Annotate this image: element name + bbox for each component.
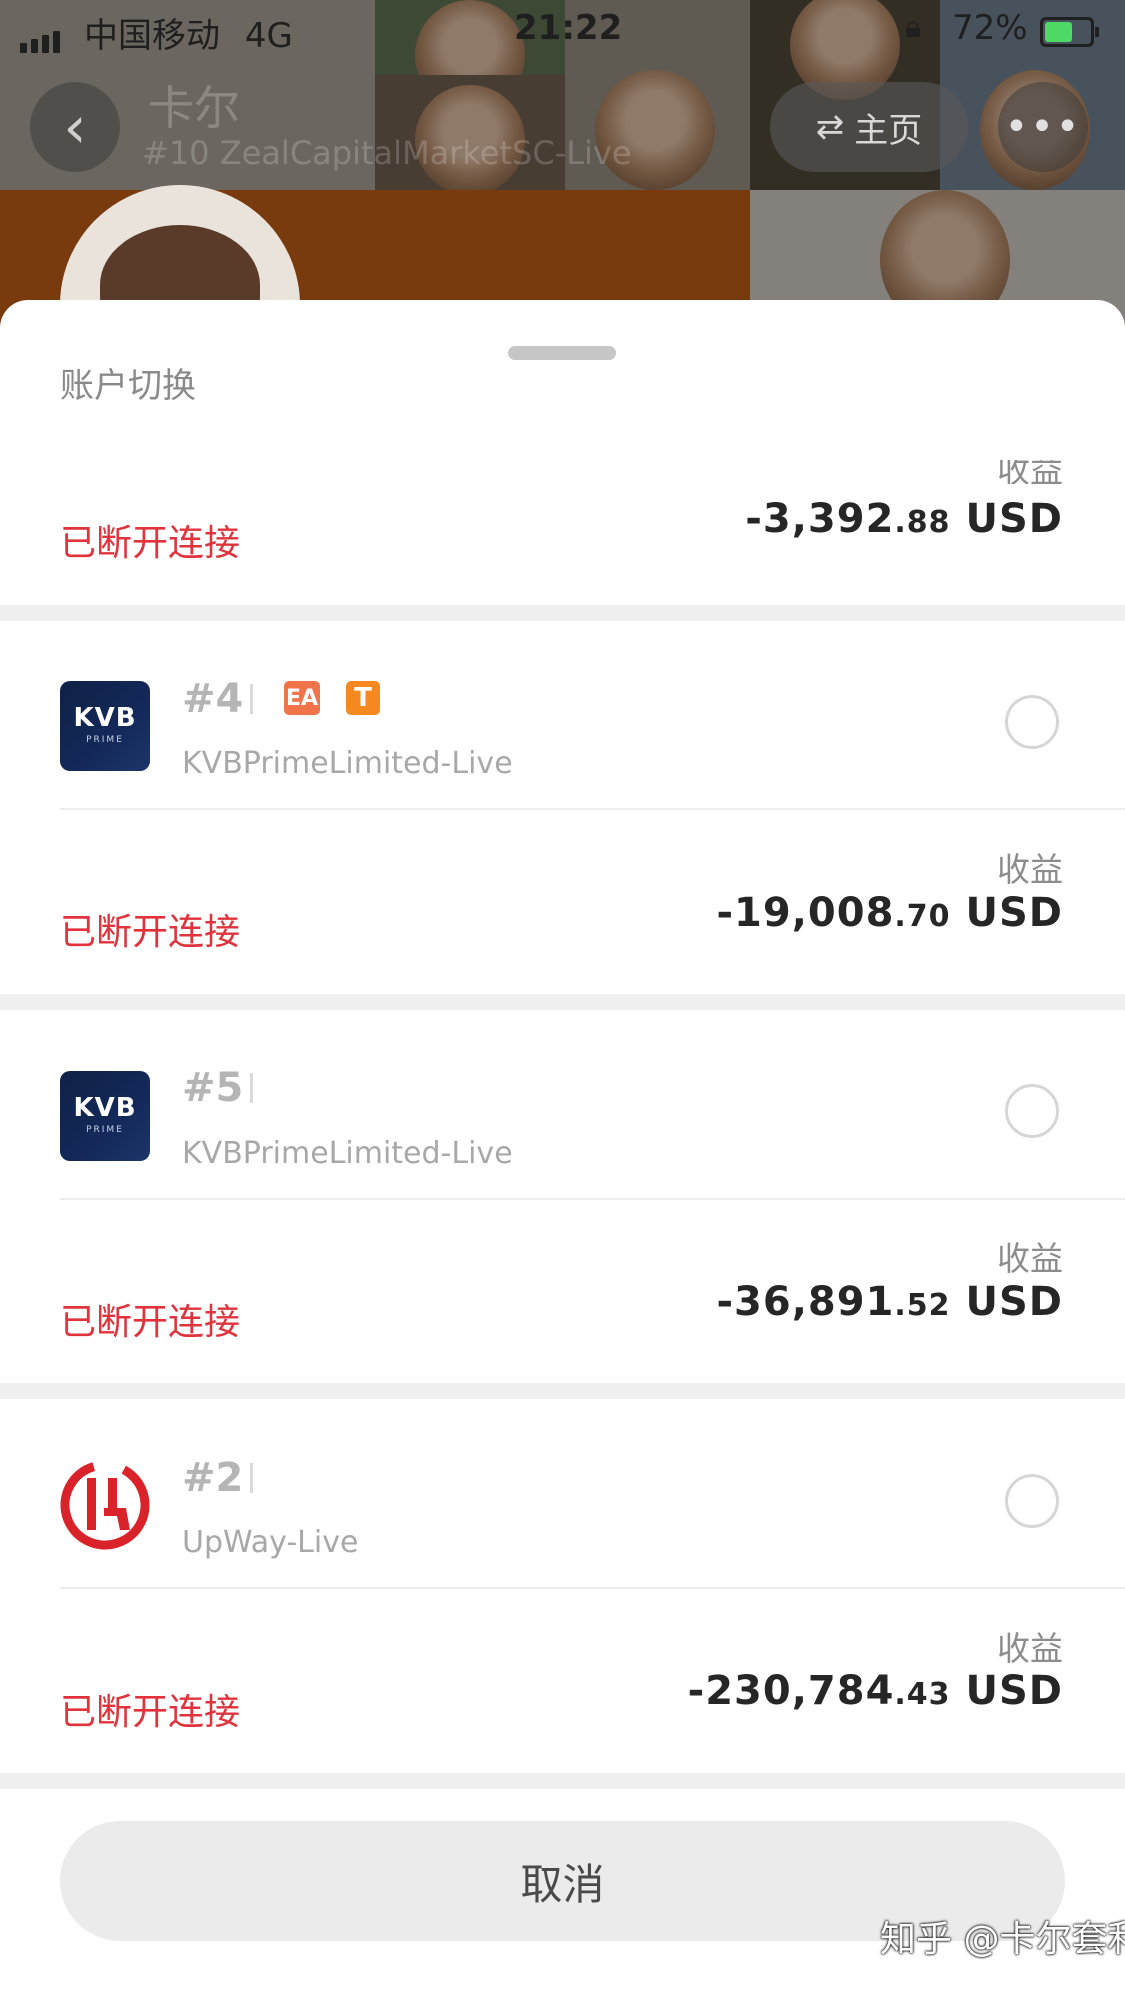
pnl-value: -36,891.52 USD [716,1279,1063,1325]
carrier-label: 中国移动 4G [84,8,293,57]
ea-badge: EA [284,681,320,715]
clock: 21:22 [514,8,623,48]
more-dots-icon: ••• [1004,104,1082,150]
return-label: 收益 [997,850,1063,889]
divider-pipe [250,1073,253,1103]
account-select-radio[interactable] [1005,695,1059,749]
card-divider [60,1198,1125,1200]
section-separator [0,605,1125,621]
profile-name: 卡尔 [148,81,240,135]
account-select-radio[interactable] [1005,1474,1059,1528]
connection-status: 已断开连接 [60,1302,241,1343]
more-options-button[interactable]: ••• [998,82,1088,172]
status-bar: 中国移动 4G 21:22 🔒︎ 72% [0,0,1125,62]
pnl-value: -3,392.88 USD [745,496,1063,542]
back-button[interactable]: ‹ [30,82,120,172]
account-number: #4 [182,676,244,722]
return-label: 收益 [997,460,1063,484]
section-separator [0,994,1125,1010]
signal-icon [20,22,64,62]
account-number: #2 [182,1455,244,1501]
network-type: 4G [244,16,293,56]
battery-level-fill [1045,22,1072,42]
connection-status: 已断开连接 [60,912,241,953]
connection-status: 已断开连接 [60,523,241,564]
section-separator [0,1773,1125,1789]
sheet-drag-handle[interactable] [508,346,616,360]
kvb-prime-logo: KVB PRIME [60,1071,150,1161]
home-button[interactable]: ⇄ 主页 [770,82,968,172]
kvb-prime-logo: KVB PRIME [60,681,150,771]
account-number: #5 [182,1065,244,1111]
watermark: 知乎 @卡尔套利 [880,1919,1125,1960]
connection-status: 已断开连接 [60,1692,241,1733]
sheet-title: 账户切换 [60,366,196,406]
home-button-label: 主页 [854,110,923,151]
section-separator [0,1383,1125,1399]
card-divider [60,808,1125,810]
broker-server: KVBPrimeLimited-Live [182,1136,513,1171]
battery-percent: 72% [952,8,1028,48]
cancel-button-label: 取消 [520,1859,605,1909]
profile-account-subtitle: #10 ZealCapitalMarketSC-Live [142,134,632,172]
account-select-radio[interactable] [1005,1084,1059,1138]
trade-badge: T [346,681,380,715]
upway-logo [60,1460,150,1550]
divider-pipe [250,684,253,714]
swap-icon: ⇄ [815,107,845,147]
chevron-left-icon: ‹ [63,93,87,161]
pnl-value: -19,008.70 USD [716,890,1063,936]
battery-icon [1040,17,1099,47]
return-label: 收益 [997,1239,1063,1278]
pnl-value: -230,784.43 USD [687,1668,1063,1714]
broker-server: UpWay-Live [182,1525,359,1560]
upway-logo-mark [60,1460,150,1550]
account-switch-sheet: 账户切换 收益 -3,392.88 USD 已断开连接 KVB PRIME #4 … [0,300,1125,2001]
divider-pipe [250,1463,253,1493]
carrier-name: 中国移动 [84,16,220,56]
return-label: 收益 [997,1629,1063,1668]
broker-server: KVBPrimeLimited-Live [182,746,513,781]
card-divider [60,1587,1125,1589]
orientation-lock-icon: 🔒︎ [905,10,921,45]
